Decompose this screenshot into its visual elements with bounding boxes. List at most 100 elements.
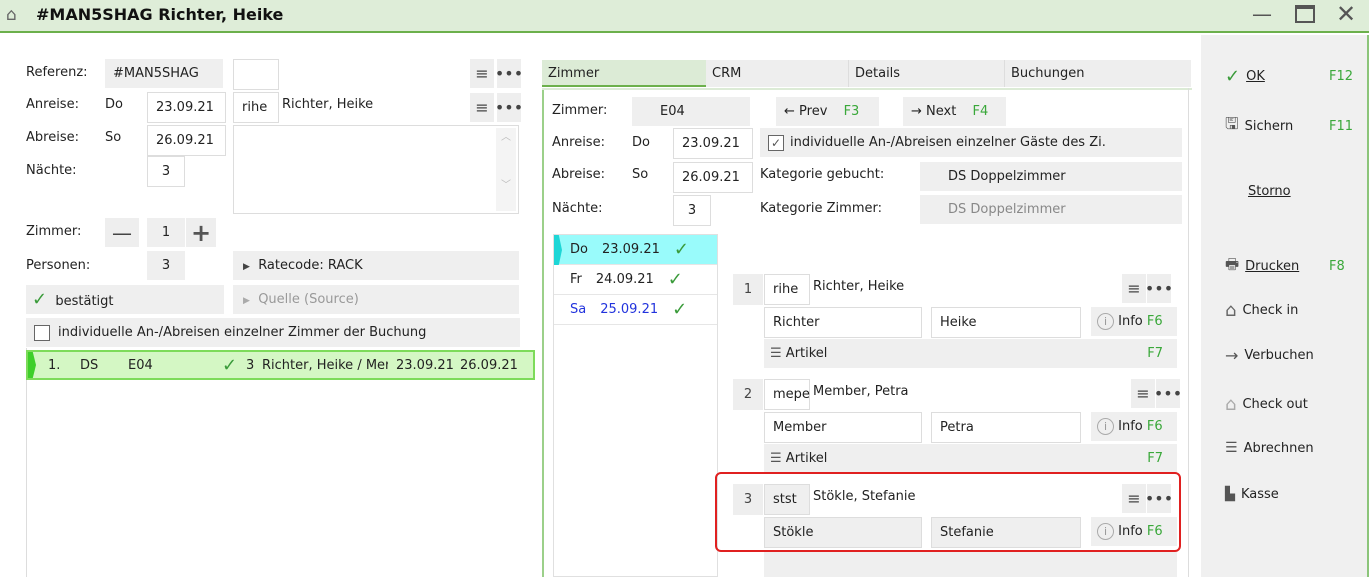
abreise-field[interactable]: 26.09.21 [147,125,226,156]
storno-label: Storno [1248,184,1291,199]
next-label: Next [926,104,957,119]
menu-icon[interactable]: ≡ [470,93,494,122]
room-naechte-field[interactable]: 3 [673,195,711,226]
storno-button[interactable]: Storno [1248,184,1291,199]
print-button[interactable]: 🖶 Drucken F8 [1225,254,1345,279]
quelle-expander[interactable]: ▶ Quelle (Source) [233,285,519,314]
abreise-day: So [105,130,122,145]
house-icon: ⌂ [1225,394,1237,415]
info-shortcut: F6 [1146,419,1163,434]
guest-code-field[interactable]: mepe [764,379,810,410]
day-name: Sa [570,302,587,317]
day-row[interactable]: Fr 24.09.21 ✓ [554,265,717,295]
day-name: Fr [570,272,582,287]
status-badge[interactable]: ✓ bestätigt [26,285,224,314]
kat-gebucht-field[interactable]: DS Doppelzimmer [920,162,1182,191]
more-icon[interactable]: ••• [1145,274,1173,303]
artikel-button[interactable]: ☰ Artikel F7 [764,339,1177,368]
triangle-right-icon: ▶ [243,296,250,306]
maximize-button[interactable] [1295,5,1315,23]
individual-guest-dates-label: individuelle An-/Abreisen einzelner Gäst… [790,135,1106,150]
room-number: E04 [128,357,153,373]
arrow-left-icon: ← [784,104,795,119]
scrollbar[interactable]: ︿ ﹀ [496,128,516,211]
first-name-field[interactable]: Heike [931,307,1081,338]
last-name-field[interactable]: Member [764,412,922,443]
room-anreise-field[interactable]: 23.09.21 [673,128,753,159]
info-button[interactable]: i Info F6 [1091,412,1177,441]
menu-icon[interactable]: ≡ [1122,274,1146,303]
room-abreise-field[interactable]: 26.09.21 [673,162,753,193]
naechte-field[interactable]: 3 [147,156,185,187]
personen-field[interactable]: 3 [147,251,185,280]
room-anreise-label: Anreise: [552,135,605,150]
highlight-box [715,472,1181,552]
triangle-right-icon: ▶ [243,262,250,272]
day-date: 23.09.21 [601,242,660,257]
tab-buchungen[interactable]: Buchungen [1004,60,1191,87]
artikel-button[interactable]: ☰ Artikel F7 [764,444,1177,473]
anreise-field[interactable]: 23.09.21 [147,92,226,123]
print-label: Drucken [1245,259,1300,274]
tab-details[interactable]: Details [848,60,1004,87]
zimmer-label: Zimmer: [26,224,82,239]
room-naechte-label: Nächte: [552,201,603,216]
plus-button[interactable]: + [186,218,216,247]
status-label: bestätigt [55,294,114,309]
day-date: 25.09.21 [600,302,659,317]
minimize-button[interactable]: — [1252,2,1272,26]
menu-icon[interactable]: ≡ [470,59,494,88]
kasse-button[interactable]: ▙ Kasse [1225,487,1279,502]
prev-label: Prev [799,104,828,119]
save-button[interactable]: 🖫 Sichern F11 [1225,113,1353,140]
more-icon[interactable]: ••• [1154,379,1182,408]
abrechnen-button[interactable]: ☰ Abrechnen [1225,440,1314,456]
menu-icon[interactable]: ≡ [1131,379,1155,408]
checkbox[interactable] [34,324,50,341]
day-row[interactable]: Do 23.09.21 ✓ [554,235,717,265]
tab-zimmer[interactable]: Zimmer [542,60,706,87]
zimmer-count-field[interactable]: 1 [147,218,185,247]
close-button[interactable]: ✕ [1336,0,1356,28]
guest-code-field[interactable]: rihe [233,92,279,123]
ratecode-expander[interactable]: ▶ Ratecode: RACK [233,251,519,280]
verbuchen-button[interactable]: → Verbuchen [1225,346,1314,365]
coins-icon: ☰ [770,346,782,361]
kat-zimmer-label: Kategorie Zimmer: [760,201,882,216]
notes-textarea[interactable]: ︿ ﹀ [233,125,519,214]
check-icon: ✓ [673,239,689,260]
prev-button[interactable]: ← Prev F3 [776,97,879,126]
ok-shortcut: F12 [1329,69,1354,84]
checkbox-checked[interactable]: ✓ [768,134,784,151]
artikel-label: Artikel [785,451,828,466]
kat-gebucht-label: Kategorie gebucht: [760,167,885,182]
check-icon: ✓ [32,289,48,310]
referenz-field[interactable]: #MAN5SHAG [105,59,223,88]
tab-crm[interactable]: CRM [706,60,848,87]
referenz-extra-field[interactable] [233,59,279,90]
day-row[interactable]: Sa 25.09.21 ✓ [554,295,717,325]
more-icon[interactable]: ••• [495,59,523,88]
room-zimmer-field[interactable]: E04 [632,97,750,126]
next-button[interactable]: → Next F4 [903,97,1006,126]
minus-button[interactable]: — [105,218,139,247]
individual-guest-dates-row[interactable]: ✓ individuelle An-/Abreisen einzelner Gä… [760,128,1182,157]
check-icon: ✓ [222,354,238,376]
last-name-field[interactable]: Richter [764,307,922,338]
individual-dates-checkbox-row[interactable]: individuelle An-/Abreisen einzelner Zimm… [26,318,520,347]
more-icon[interactable]: ••• [495,93,523,122]
first-name-field[interactable]: Petra [931,412,1081,443]
checkout-button[interactable]: ⌂ Check out [1225,394,1308,415]
room-from: 23.09.21 [396,357,454,373]
guest-code-field[interactable]: rihe [764,274,810,305]
check-icon: ✓ [672,299,688,320]
quelle-label: Quelle (Source) [258,292,359,307]
room-persons: 3 [246,357,255,373]
checkin-button[interactable]: ⌂ Check in [1225,300,1298,321]
table-row[interactable]: 1. DS E04 ✓ 3 Richter, Heike / Mer 23.09… [26,350,535,380]
room-category: DS [80,357,99,373]
guest-number: 1 [733,274,763,305]
ok-button[interactable]: ✓ OK F12 [1225,66,1353,87]
info-button[interactable]: i Info F6 [1091,307,1177,336]
naechte-label: Nächte: [26,163,77,178]
